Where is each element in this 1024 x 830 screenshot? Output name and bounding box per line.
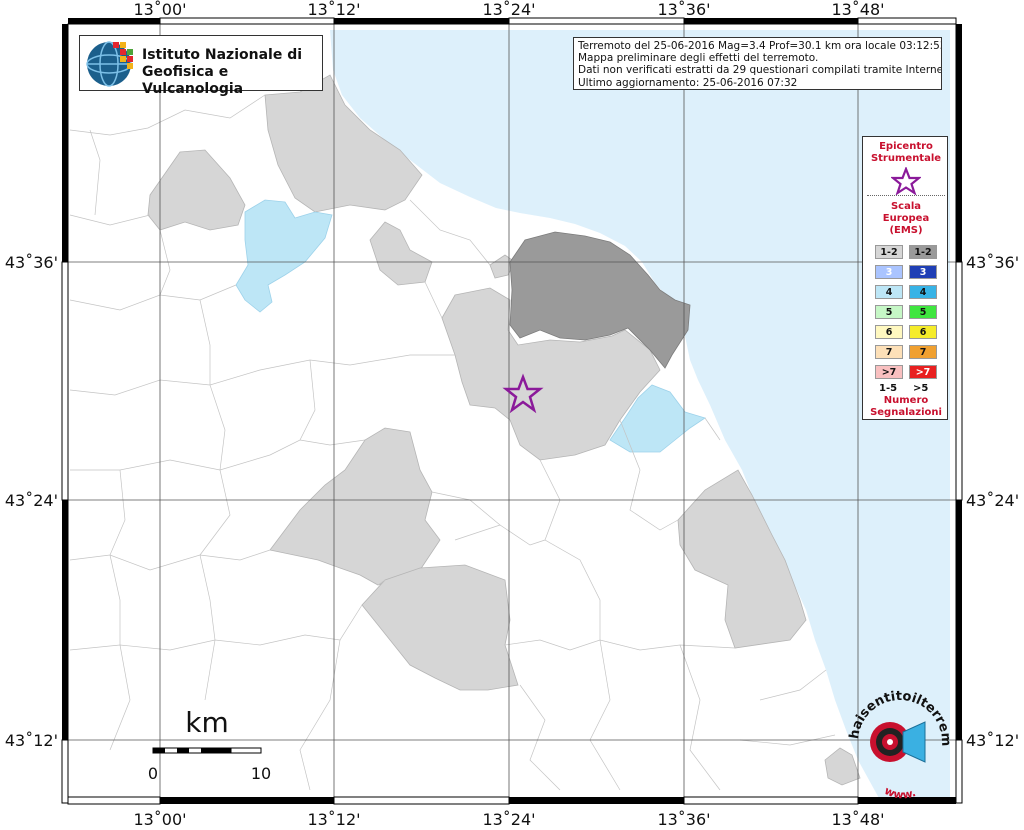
legend-swatch-light: 1-2 [875, 245, 903, 259]
institute-name-line2: Geofisica e Vulcanologia [142, 64, 244, 97]
ems-scale-title: Scala Europea (EMS) [863, 201, 949, 237]
count-title: Numero Segnalazioni [863, 395, 949, 419]
scale-unit-label: km [185, 706, 229, 739]
legend-swatch-dark: 7 [909, 345, 937, 359]
legend-row: 7 7 [863, 345, 949, 360]
count-high-label: >5 [913, 383, 929, 394]
lat-label-right: 43˚24' [966, 491, 1019, 510]
latitude-labels-right: 43˚36' 43˚24' 43˚12' [966, 253, 1019, 750]
lon-label-bottom: 13˚36' [657, 810, 710, 829]
legend-panel: Epicentro Strumentale Scala Europea (EMS… [862, 136, 948, 420]
legend-separator [867, 195, 945, 196]
institute-name: Istituto Nazionale di Geofisica e Vulcan… [142, 47, 322, 98]
legend-swatch-dark: 5 [909, 305, 937, 319]
legend-swatch-light: >7 [875, 365, 903, 379]
legend-swatch-dark: >7 [909, 365, 937, 379]
count-title-line1: Numero [883, 395, 929, 406]
lat-label-right: 43˚12' [966, 731, 1019, 750]
longitude-labels-top: 13˚00' 13˚12' 13˚24' 13˚36' 13˚48' [133, 0, 884, 19]
ingv-globe-logo-icon [86, 41, 133, 87]
longitude-labels-bottom: 13˚00' 13˚12' 13˚24' 13˚36' 13˚48' [133, 810, 884, 829]
legend-swatch-dark: 6 [909, 325, 937, 339]
info-line-1: Terremoto del 25-06-2016 Mag=3.4 Prof=30… [578, 40, 942, 52]
lat-label-left: 43˚36' [5, 253, 58, 272]
scale-end-label: 10 [251, 764, 271, 783]
lon-label-top: 13˚12' [307, 0, 360, 19]
scale-title-line3: (EMS) [889, 225, 923, 236]
lon-label-top: 13˚24' [482, 0, 535, 19]
info-line-2: Mappa preliminare degli effetti del terr… [578, 52, 819, 65]
legend-swatch-light: 7 [875, 345, 903, 359]
lon-label-bottom: 13˚24' [482, 810, 535, 829]
legend-swatch-light: 4 [875, 285, 903, 299]
lon-label-bottom: 13˚12' [307, 810, 360, 829]
institute-name-line1: Istituto Nazionale di [142, 47, 303, 63]
ingv-logo-box: Istituto Nazionale di Geofisica e Vulcan… [79, 35, 323, 97]
legend-row: >7 >7 [863, 365, 949, 380]
legend-swatch-dark: 1-2 [909, 245, 937, 259]
scale-title-line2: Europea [882, 213, 930, 224]
legend-row: 1-2 1-2 [863, 245, 949, 260]
legend-row: 6 6 [863, 325, 949, 340]
legend-swatch-light: 3 [875, 265, 903, 279]
legend-star-icon [891, 167, 921, 195]
lat-label-left: 43˚24' [5, 491, 58, 510]
lat-label-right: 43˚36' [966, 253, 1019, 272]
count-title-line2: Segnalazioni [870, 407, 942, 418]
count-low-label: 1-5 [879, 383, 898, 394]
epicenter-title-line1: Epicentro [879, 141, 933, 152]
earthquake-info-box: Terremoto del 25-06-2016 Mag=3.4 Prof=30… [573, 37, 942, 90]
legend-row: 5 5 [863, 305, 949, 320]
legend-swatch-light: 6 [875, 325, 903, 339]
lon-label-bottom: 13˚48' [831, 810, 884, 829]
epicenter-title: Epicentro Strumentale [863, 141, 949, 165]
info-line-3: Dati non verificati estratti da 29 quest… [578, 64, 942, 77]
lon-label-top: 13˚36' [657, 0, 710, 19]
lon-label-top: 13˚48' [831, 0, 884, 19]
legend-row: 4 4 [863, 285, 949, 300]
scale-title-line1: Scala [890, 201, 922, 212]
legend-row: 3 3 [863, 265, 949, 280]
epicenter-title-line2: Strumentale [870, 153, 942, 164]
lat-label-left: 43˚12' [5, 731, 58, 750]
lon-label-top: 13˚00' [133, 0, 186, 19]
legend-swatch-dark: 4 [909, 285, 937, 299]
latitude-labels-left: 43˚36' 43˚24' 43˚12' [5, 253, 58, 750]
legend-swatch-light: 5 [875, 305, 903, 319]
lon-label-bottom: 13˚00' [133, 810, 186, 829]
scale-start-label: 0 [148, 764, 158, 783]
legend-swatch-dark: 3 [909, 265, 937, 279]
info-line-4: Ultimo aggiornamento: 25-06-2016 07:32 [578, 76, 798, 89]
